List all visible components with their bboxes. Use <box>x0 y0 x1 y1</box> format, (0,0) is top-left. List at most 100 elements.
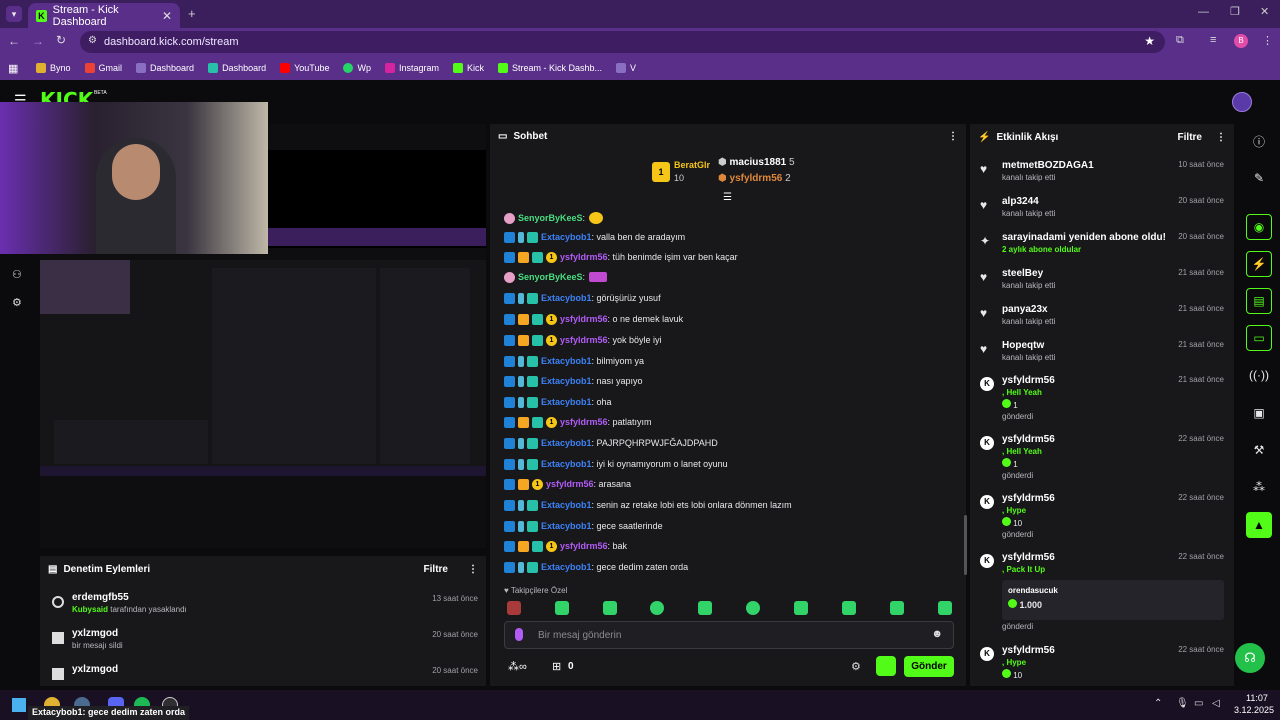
clock-date[interactable]: 3.12.2025 <box>1234 705 1274 715</box>
bookmark-stream[interactable]: Stream - Kick Dashb... <box>498 63 602 73</box>
emote-2[interactable] <box>555 601 569 615</box>
close-tab-icon[interactable]: ✕ <box>162 9 172 23</box>
emote-10[interactable] <box>938 601 952 615</box>
taskbar-chat-notification[interactable]: Extacybob1: gece dedim zaten orda <box>28 706 190 720</box>
emote-3[interactable] <box>603 601 617 615</box>
activity-item[interactable]: Kysfyldrm56, Hell Yeah 1 gönderdi 22 saat … <box>976 434 1232 486</box>
send-button[interactable]: Gönder <box>904 656 954 677</box>
chat-message[interactable]: Extacybob1: senin az retake lobi ets lob… <box>504 497 792 513</box>
chat-message[interactable]: SenyorByKeeS: <box>504 269 610 285</box>
chat-message[interactable]: 1 ysfyldrm56: o ne demek lavuk <box>504 311 683 327</box>
top-gifter-3[interactable]: ⬢ ysfyldrm56 2 <box>718 173 818 187</box>
chat-message[interactable]: Extacybob1: valla ben de aradayım <box>504 229 685 245</box>
layers-icon[interactable]: ▣ <box>1246 400 1272 426</box>
volume-tray-icon[interactable]: ◁ <box>1212 698 1220 709</box>
display-tray-icon[interactable]: ▭ <box>1194 698 1203 709</box>
extensions-icon[interactable]: ⧉ <box>1176 34 1184 47</box>
activity-item[interactable]: Kysfyldrm56, Hell Yeah 1 gönderdi 21 saat … <box>976 375 1232 427</box>
moderation-row[interactable]: yxlzmgod 20 saat önce <box>46 664 486 686</box>
site-info-icon[interactable]: ⚙ <box>88 35 97 46</box>
document-icon[interactable]: ▤ <box>1246 288 1272 314</box>
emote-6[interactable] <box>746 601 760 615</box>
bookmark-dashboard-1[interactable]: Dashboard <box>136 63 194 73</box>
points-icon[interactable]: ⁂∞ <box>508 660 527 673</box>
activity-item[interactable]: ♥ steelBey kanalı takip etti 21 saat önce <box>976 268 1232 298</box>
bolt-icon[interactable]: ⚡ <box>1246 251 1272 277</box>
kick-green-icon[interactable]: ▲ <box>1246 512 1272 538</box>
forward-icon[interactable]: → <box>32 34 44 48</box>
chat-message[interactable]: 1 ysfyldrm56: arasana <box>504 476 631 492</box>
reload-icon[interactable]: ↻ <box>56 33 66 47</box>
browser-menu-icon[interactable]: ⋮ <box>1262 34 1273 47</box>
apps-grid-icon[interactable]: ▦ <box>8 62 18 75</box>
bookmark-youtube[interactable]: YouTube <box>280 63 329 73</box>
emote-7[interactable] <box>794 601 808 615</box>
media-icon[interactable]: ≡ <box>1210 34 1216 46</box>
emote-5[interactable] <box>698 601 712 615</box>
emoji-icon[interactable]: ☻ <box>931 628 943 640</box>
bookmark-dashboard-2[interactable]: Dashboard <box>208 63 266 73</box>
tab-stream[interactable]: K Stream - Kick Dashboard ✕ <box>28 3 180 28</box>
chat-message[interactable]: Extacybob1: PAJRPQHRPWJFĞAJDPAHD <box>504 435 718 451</box>
wrench-icon[interactable]: ⚒ <box>1246 437 1272 463</box>
emote-9[interactable] <box>890 601 904 615</box>
moderation-row[interactable]: yxlzmgod bir mesajı sildi 20 saat önce <box>46 628 486 658</box>
activity-menu-icon[interactable]: ⋮ <box>1216 132 1226 143</box>
help-button[interactable]: ☊ <box>1235 643 1265 673</box>
restore-icon[interactable]: ❐ <box>1230 5 1240 18</box>
chat-message[interactable]: Extacybob1: görüşürüz yusuf <box>504 290 661 306</box>
activity-item[interactable]: ♥ Hopeqtw kanalı takip etti 21 saat önce <box>976 340 1232 370</box>
chat-message[interactable]: Extacybob1: oha <box>504 394 612 410</box>
windows-start-icon[interactable] <box>12 698 26 712</box>
address-bar[interactable]: ⚙ dashboard.kick.com/stream ★ <box>80 31 1165 53</box>
new-tab-button[interactable]: + <box>188 6 196 21</box>
bookmark-v[interactable]: V <box>616 63 636 73</box>
top-gifter-2[interactable]: ⬢ macius1881 5 <box>718 157 818 171</box>
emote-8[interactable] <box>842 601 856 615</box>
activity-item[interactable]: Kysfyldrm56, Pack It Up orendasucuk 1.00… <box>976 552 1232 634</box>
minimize-icon[interactable]: — <box>1198 6 1209 18</box>
share-icon[interactable]: ⁂ <box>1246 474 1272 500</box>
bookmark-gmail[interactable]: Gmail <box>84 63 122 73</box>
chat-message[interactable]: 1 ysfyldrm56: bak <box>504 538 627 554</box>
chat-input-box[interactable]: Bir mesaj gönderin ☻ <box>504 621 954 649</box>
info-icon[interactable]: ⓘ <box>1246 128 1272 154</box>
kick-emote-button[interactable] <box>876 656 896 676</box>
chat-menu-icon[interactable]: ⋮ <box>948 131 958 142</box>
activity-item[interactable]: ♥ metmetBOZDAGA1 kanalı takip etti 10 saat … <box>976 160 1232 190</box>
chat-settings-icon[interactable]: ⚙ <box>851 660 861 673</box>
edit-icon[interactable]: ✎ <box>1246 165 1272 191</box>
users-icon[interactable]: ⚇ <box>12 268 22 281</box>
user-avatar[interactable] <box>1232 92 1252 112</box>
bookmark-byno[interactable]: Byno <box>36 63 71 73</box>
chat-message[interactable]: SenyorByKeeS: <box>504 210 606 226</box>
settings-icon[interactable]: ⚙ <box>12 296 22 309</box>
chat-scrollbar[interactable] <box>964 515 967 575</box>
activity-item[interactable]: ♥ panya23x kanalı takip etti 21 saat önce <box>976 304 1232 334</box>
back-icon[interactable]: ← <box>8 34 20 48</box>
chat-message[interactable]: Extacybob1: iyi ki oynamıyorum o lanet o… <box>504 456 728 472</box>
clock-time[interactable]: 11:07 <box>1246 693 1268 703</box>
moderation-menu-icon[interactable]: ⋮ <box>468 564 478 575</box>
emote-4[interactable] <box>650 601 664 615</box>
moderation-row[interactable]: erdemgfb55 Kubysaid tarafından yasakland… <box>46 592 486 622</box>
profile-avatar[interactable]: B <box>1234 34 1248 48</box>
tray-chevron-icon[interactable]: ⌃ <box>1154 698 1162 709</box>
chat-message[interactable]: Extacybob1: gece saatlerinde <box>504 518 663 534</box>
activity-item[interactable]: ✦ sarayinadami yeniden abone oldu! 2 aylık… <box>976 232 1232 262</box>
activity-item[interactable]: ♥ alp3244 kanalı takip etti 20 saat önce <box>976 196 1232 226</box>
chat-message[interactable]: Extacybob1: nası yapıyo <box>504 373 643 389</box>
activity-item[interactable]: Kysfyldrm56, Hype 10 gönderdi 22 saat önce <box>976 493 1232 545</box>
comment-icon[interactable]: ▭ <box>1246 325 1272 351</box>
camera-icon[interactable]: ◉ <box>1246 214 1272 240</box>
mic-tray-icon[interactable]: 🎙 <box>1176 698 1189 709</box>
tab-menu-button[interactable]: ▾ <box>6 6 22 22</box>
chat-message[interactable]: Extacybob1: gece dedim zaten orda <box>504 559 688 575</box>
bookmark-wp[interactable]: Wp <box>343 63 371 73</box>
broadcast-icon[interactable]: ((·)) <box>1246 362 1272 388</box>
bookmark-star-icon[interactable]: ★ <box>1144 34 1155 48</box>
gift-icon[interactable]: ⊞ <box>552 660 561 673</box>
expand-gifters-icon[interactable]: ☰ <box>723 192 732 203</box>
mic-icon[interactable] <box>515 628 523 641</box>
chat-message[interactable]: 1 ysfyldrm56: tüh benimde işim var ben ka… <box>504 249 738 265</box>
